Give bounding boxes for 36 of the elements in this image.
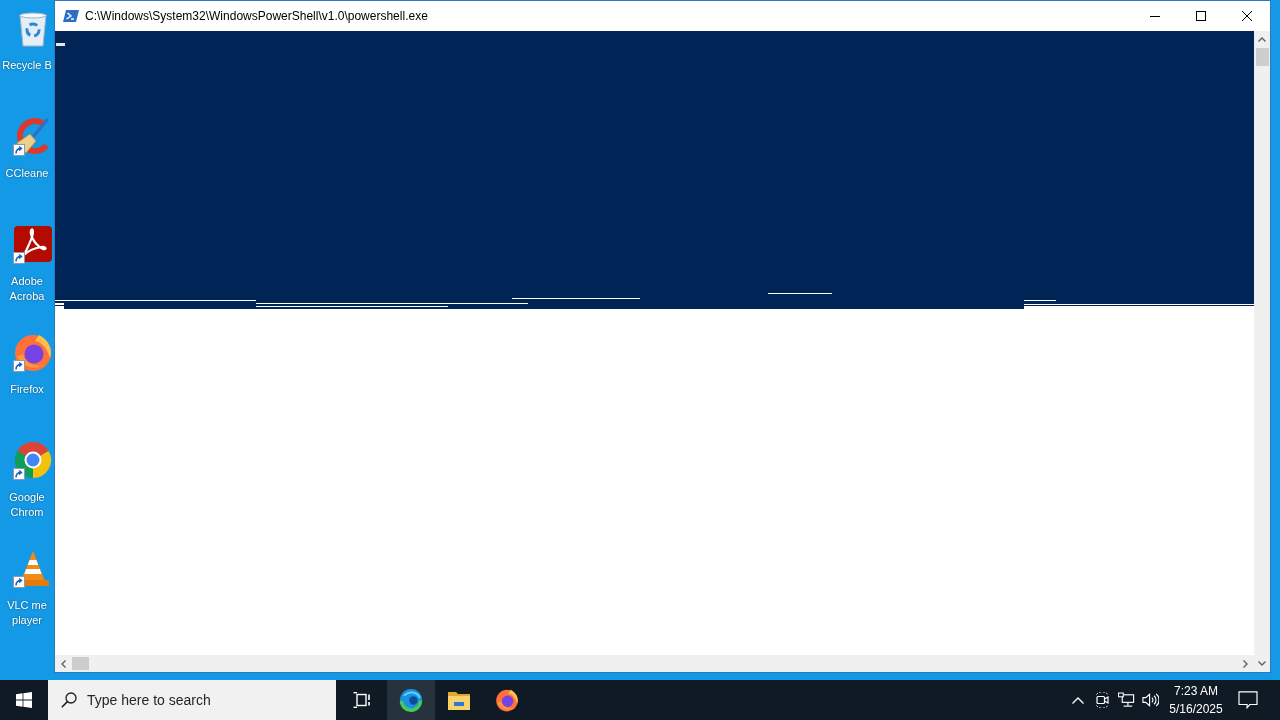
vertical-scrollbar[interactable] [1254, 31, 1270, 672]
taskbar-app-button[interactable] [387, 680, 435, 720]
caret-right-icon [1243, 659, 1248, 668]
caret-left-icon [61, 659, 66, 668]
horizontal-scrollbar[interactable] [55, 655, 1254, 672]
wave-logo-icon [399, 688, 423, 712]
maximize-icon [1196, 11, 1206, 21]
icon-label[interactable]: Adobe Acroba [0, 274, 54, 304]
fox-globe-icon[interactable] [13, 332, 53, 372]
icon-label[interactable]: Recycle B [0, 58, 54, 73]
notifications-icon [1238, 691, 1258, 709]
search-icon [61, 692, 77, 708]
text-cursor-icon [56, 43, 65, 46]
icon-label[interactable]: Firefox [0, 382, 54, 397]
speaker-icon [1141, 692, 1159, 708]
scrollbar-thumb[interactable] [1255, 48, 1269, 66]
scrollbar-thumb[interactable] [72, 657, 89, 670]
window-title: C:\Windows\System32\WindowsPowerShell\v1.0\powershell.exe [85, 9, 428, 23]
terminal-icon [63, 8, 79, 24]
caret-up-icon [1258, 37, 1266, 42]
tile-logo-icon[interactable] [13, 224, 53, 264]
chevron-up-icon [1072, 696, 1084, 704]
camera-icon [1093, 692, 1111, 708]
circle-logo-icon[interactable] [13, 440, 53, 480]
search-field[interactable]: Type here to search [48, 680, 336, 720]
icon-label[interactable]: VLC me player [0, 598, 54, 628]
icon-label[interactable]: CCleane [0, 166, 54, 181]
windows-logo-icon [16, 692, 32, 708]
caret-down-icon [1258, 661, 1266, 666]
task-view-icon [352, 692, 371, 708]
clock-button[interactable]: 7:23 AM 5/16/2025 [1162, 680, 1230, 720]
icon-label[interactable]: Google Chrom [0, 490, 54, 520]
fox-globe-icon [495, 688, 519, 712]
close-icon [1242, 11, 1252, 21]
network-icon [1117, 692, 1135, 708]
minimize-icon [1150, 15, 1160, 17]
